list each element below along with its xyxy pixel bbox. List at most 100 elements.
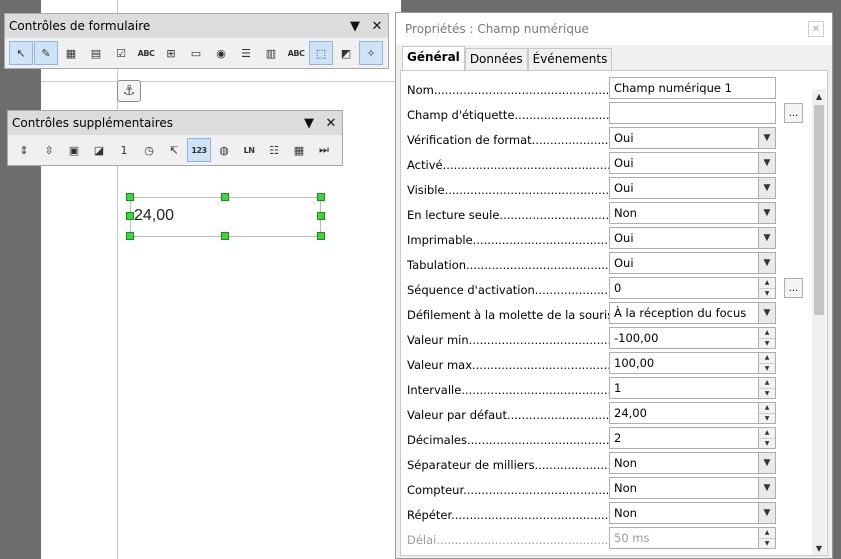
checkbox-icon[interactable]: ☑ [109, 41, 133, 65]
select-icon[interactable]: ↖ [9, 41, 33, 65]
spin-buttons[interactable]: ▲ ▼ [758, 378, 775, 398]
scroll-down-icon[interactable]: ▼ [812, 541, 826, 555]
spin-down-icon[interactable]: ▼ [759, 388, 775, 398]
tab-events[interactable]: Événements [527, 48, 613, 70]
chevron-down-icon[interactable]: ▼ [758, 478, 775, 498]
formatted-field-icon[interactable]: ⊞ [159, 41, 183, 65]
resize-handle-top[interactable] [221, 193, 229, 201]
property-text-field[interactable]: Champ numérique 1 [609, 77, 776, 99]
property-dropdown[interactable]: À la réception du focus ▼ [609, 302, 776, 324]
toolbar-titlebar[interactable]: Contrôles supplémentaires ▼ ✕ [8, 111, 342, 135]
toolbar-titlebar[interactable]: Contrôles de formulaire ▼ ✕ [5, 14, 388, 38]
design-mode-icon[interactable]: ✎ [34, 41, 58, 65]
form-design-icon[interactable]: ▤ [84, 41, 108, 65]
spin-down-icon[interactable]: ▼ [759, 288, 775, 298]
file-selection-icon[interactable]: ↸ [162, 138, 186, 162]
spin-down-icon[interactable]: ▼ [759, 363, 775, 373]
property-dropdown[interactable]: Non ▼ [609, 452, 776, 474]
spin-buttons[interactable]: ▲ ▼ [758, 403, 775, 423]
table-control-icon[interactable]: ▦ [287, 138, 311, 162]
spin-up-icon[interactable]: ▲ [759, 353, 775, 364]
chevron-down-icon[interactable]: ▼ [758, 178, 775, 198]
chevron-down-icon[interactable]: ▼ [758, 453, 775, 473]
property-dropdown[interactable]: Oui ▼ [609, 227, 776, 249]
spin-up-icon[interactable]: ▲ [759, 528, 775, 539]
spin-up-icon[interactable]: ▲ [759, 328, 775, 339]
property-dropdown[interactable]: Oui ▼ [609, 177, 776, 199]
tab-data[interactable]: Données [464, 48, 528, 70]
group-box-icon[interactable]: ☷ [262, 138, 286, 162]
property-spin-field[interactable]: 100,00 ▲ ▼ [609, 352, 776, 374]
form-properties-icon[interactable]: ◩ [334, 41, 358, 65]
spin-up-icon[interactable]: ▲ [759, 378, 775, 389]
spin-down-icon[interactable]: ▼ [759, 338, 775, 348]
property-dropdown[interactable]: Non ▼ [609, 202, 776, 224]
property-spin-field[interactable]: 24,00 ▲ ▼ [609, 402, 776, 424]
push-button-icon[interactable]: ▭ [184, 41, 208, 65]
spin-up-icon[interactable]: ▲ [759, 278, 775, 289]
chevron-down-icon[interactable]: ▼ [758, 203, 775, 223]
property-dropdown[interactable]: Non ▼ [609, 477, 776, 499]
resize-handle-top-left[interactable] [126, 193, 134, 201]
chevron-down-icon[interactable]: ▼ [758, 228, 775, 248]
navigation-bar-icon[interactable]: ⏭ [312, 138, 336, 162]
tab-general[interactable]: Général [402, 46, 465, 70]
chevron-down-icon[interactable]: ▼ [758, 153, 775, 173]
label-field-icon[interactable]: ABC [284, 41, 308, 65]
toolbar-menu-icon[interactable]: ▼ [344, 19, 366, 34]
list-box-icon[interactable]: ☰ [234, 41, 258, 65]
dialog-titlebar[interactable]: Propriétés : Champ numérique ✕ [396, 13, 832, 45]
combo-box-icon[interactable]: ▥ [259, 41, 283, 65]
resize-handle-bottom-right[interactable] [317, 232, 325, 240]
anchor-icon[interactable]: ⚓ [117, 80, 141, 102]
toolbar-menu-icon[interactable]: ▼ [298, 116, 320, 131]
property-spin-field[interactable]: 2 ▲ ▼ [609, 427, 776, 449]
spin-buttons[interactable]: ▲ ▼ [758, 328, 775, 348]
spin-down-icon[interactable]: ▼ [759, 413, 775, 423]
close-icon[interactable]: ✕ [320, 116, 342, 131]
chevron-down-icon[interactable]: ▼ [758, 503, 775, 523]
resize-handle-bottom[interactable] [221, 232, 229, 240]
spin-buttons[interactable]: ▲ ▼ [758, 428, 775, 448]
option-button-icon[interactable]: ◉ [209, 41, 233, 65]
spin-down-icon[interactable]: ▼ [759, 438, 775, 448]
control-wizards-icon[interactable]: ▦ [59, 41, 83, 65]
spin-buttons[interactable]: ▲ ▼ [758, 353, 775, 373]
property-text-field[interactable] [609, 102, 776, 124]
resize-handle-left[interactable] [126, 212, 134, 220]
property-spin-field[interactable]: 0 ▲ ▼ [609, 277, 776, 299]
property-dropdown[interactable]: Oui ▼ [609, 127, 776, 149]
scroll-up-icon[interactable]: ▲ [812, 89, 826, 103]
currency-field-icon[interactable]: ◍ [212, 138, 236, 162]
property-dropdown[interactable]: Oui ▼ [609, 252, 776, 274]
resize-handle-right[interactable] [317, 212, 325, 220]
vertical-scrollbar[interactable]: ▲ ▼ [812, 89, 826, 555]
image-button-icon[interactable]: ▣ [62, 138, 86, 162]
browse-button[interactable]: ... [784, 278, 803, 298]
spin-up-icon[interactable]: ▲ [759, 428, 775, 439]
property-dropdown[interactable]: Oui ▼ [609, 152, 776, 174]
pattern-field-icon[interactable]: LN [237, 138, 261, 162]
spin-buttons[interactable]: ▲ ▼ [758, 278, 775, 298]
scrollbar-icon[interactable]: ⇳ [37, 138, 61, 162]
browse-button[interactable]: ... [784, 103, 803, 123]
date-field-icon[interactable]: 1 [112, 138, 136, 162]
scroll-thumb[interactable] [814, 105, 824, 315]
more-controls-icon[interactable]: ✧ [359, 41, 383, 65]
property-spin-field[interactable]: -100,00 ▲ ▼ [609, 327, 776, 349]
resize-handle-top-right[interactable] [317, 193, 325, 201]
image-control-icon[interactable]: ◪ [87, 138, 111, 162]
group-box-icon[interactable]: ⬚ [309, 41, 333, 65]
chevron-down-icon[interactable]: ▼ [758, 128, 775, 148]
chevron-down-icon[interactable]: ▼ [758, 253, 775, 273]
numeric-field-icon[interactable]: 123 [187, 138, 211, 162]
resize-handle-bottom-left[interactable] [126, 232, 134, 240]
close-icon[interactable]: ✕ [366, 19, 388, 34]
spin-down-icon[interactable]: ▼ [759, 538, 775, 548]
time-field-icon[interactable]: ◷ [137, 138, 161, 162]
spin-up-icon[interactable]: ▲ [759, 403, 775, 414]
spin-buttons[interactable]: ▲ ▼ [758, 528, 775, 548]
spin-button-icon[interactable]: ⇕ [12, 138, 36, 162]
chevron-down-icon[interactable]: ▼ [758, 303, 775, 323]
close-icon[interactable]: ✕ [808, 21, 824, 37]
